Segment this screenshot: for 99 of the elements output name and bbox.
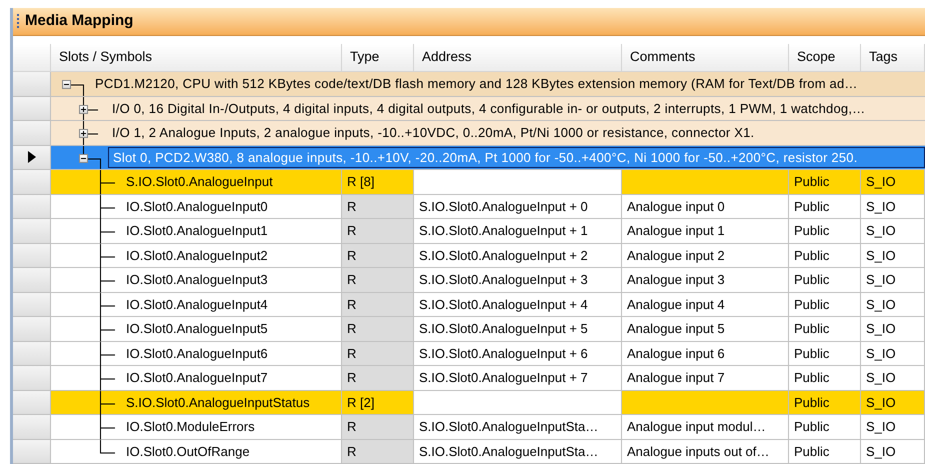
- scope-cell: Public: [789, 366, 861, 390]
- grip-icon[interactable]: [17, 14, 20, 30]
- type-cell: R: [342, 317, 414, 342]
- tags-cell: S_IO: [861, 244, 925, 268]
- minus-icon: [64, 82, 69, 87]
- tree-lines: [100, 244, 116, 268]
- tree-lines: [100, 268, 116, 292]
- symbol-name: IO.Slot0.AnalogueInput1: [126, 222, 268, 240]
- address-cell: S.IO.Slot0.AnalogueInput + 0: [414, 194, 622, 219]
- tree-lines: [100, 219, 116, 244]
- column-header[interactable]: Slots / Symbols: [51, 44, 342, 72]
- type-cell: R: [342, 366, 414, 390]
- tags-cell: S_IO: [861, 415, 925, 440]
- type-cell: R [2]: [342, 390, 414, 415]
- tree-lines: [100, 194, 116, 219]
- scope-cell: Public: [789, 244, 861, 268]
- comment-cell: Analogue input 6: [622, 342, 789, 366]
- scope-cell: Public: [789, 194, 861, 219]
- comment-cell: Analogue inputs out of…: [622, 440, 789, 464]
- address-cell: S.IO.Slot0.AnalogueInput + 2: [414, 244, 622, 268]
- plus-icon: [81, 106, 86, 112]
- address-cell: S.IO.Slot0.AnalogueInput + 4: [414, 292, 622, 317]
- address-cell: S.IO.Slot0.AnalogueInput + 3: [414, 268, 622, 292]
- symbol-name: IO.Slot0.AnalogueInput0: [126, 198, 268, 216]
- plus-icon: [81, 131, 86, 136]
- symbol-name: IO.Slot0.AnalogueInput4: [126, 296, 268, 314]
- column-header[interactable]: Type: [342, 44, 414, 72]
- collapse-button[interactable]: [79, 154, 88, 162]
- tree-lines: [100, 317, 116, 342]
- tags-cell: S_IO: [861, 366, 925, 390]
- scope-cell: Public: [789, 390, 861, 415]
- address-cell: S.IO.Slot0.AnalogueInputSta…: [414, 440, 622, 464]
- row-header[interactable]: [13, 146, 51, 170]
- address-cell: S.IO.Slot0.AnalogueInput + 5: [414, 317, 622, 342]
- scope-cell: Public: [789, 415, 861, 440]
- address-cell: S.IO.Slot0.AnalogueInput + 1: [414, 219, 622, 244]
- symbol-name: IO.Slot0.AnalogueInput5: [126, 320, 268, 338]
- tree-lines: [100, 366, 116, 390]
- expand-button[interactable]: [79, 104, 88, 114]
- symbol-name: IO.Slot0.AnalogueInput7: [126, 369, 268, 387]
- column-header[interactable]: Scope: [789, 44, 861, 72]
- type-cell: R: [342, 292, 414, 317]
- comment-cell: Analogue input 0: [622, 194, 789, 219]
- comment-cell: Analogue input 2: [622, 244, 789, 268]
- scope-cell: Public: [789, 440, 861, 464]
- scope-cell: Public: [789, 219, 861, 244]
- comment-cell: Analogue input 4: [622, 292, 789, 317]
- expand-button[interactable]: [79, 129, 88, 138]
- type-cell: R: [342, 244, 414, 268]
- scope-cell: Public: [789, 342, 861, 366]
- collapse-button[interactable]: [62, 80, 71, 89]
- column-header[interactable]: Comments: [622, 44, 789, 72]
- tags-cell: S_IO: [861, 440, 925, 464]
- symbol-name: IO.Slot0.AnalogueInput2: [126, 246, 268, 265]
- tree-lines: [100, 342, 116, 366]
- window-title: Media Mapping: [25, 11, 134, 32]
- tags-cell: S_IO: [861, 317, 925, 342]
- scope-cell: Public: [789, 170, 861, 194]
- tree-lines: [100, 292, 116, 317]
- symbol-name: IO.Slot0.OutOfRange: [126, 442, 250, 461]
- tree-lines: [83, 121, 99, 145]
- comment-cell: Analogue input modul…: [622, 415, 789, 440]
- symbol-name: IO.Slot0.ModuleErrors: [126, 418, 255, 436]
- address-cell: S.IO.Slot0.AnalogueInputSta…: [414, 415, 622, 440]
- symbol-name: IO.Slot0.AnalogueInput6: [126, 344, 268, 363]
- type-cell: R: [342, 219, 414, 244]
- type-cell: R [8]: [342, 170, 414, 194]
- type-cell: R: [342, 194, 414, 219]
- address-cell: S.IO.Slot0.AnalogueInput + 6: [414, 342, 622, 366]
- type-cell: R: [342, 415, 414, 440]
- comment-cell: Analogue input 3: [622, 268, 789, 292]
- scope-cell: Public: [789, 292, 861, 317]
- column-header[interactable]: Tags: [861, 44, 925, 72]
- header-corner: [13, 44, 51, 72]
- type-cell: R: [342, 440, 414, 464]
- tags-cell: S_IO: [861, 219, 925, 244]
- tags-cell: S_IO: [861, 194, 925, 219]
- symbol-name: S.IO.Slot0.AnalogueInputStatus: [126, 394, 310, 412]
- scope-cell: Public: [789, 268, 861, 292]
- symbol-name: IO.Slot0.AnalogueInput3: [126, 271, 268, 289]
- address-cell: S.IO.Slot0.AnalogueInput + 7: [414, 366, 622, 390]
- scope-cell: Public: [789, 317, 861, 342]
- tree-lines: [83, 146, 102, 170]
- row-pointer-icon: [28, 151, 36, 164]
- comment-cell: Analogue input 5: [622, 317, 789, 342]
- tags-cell: S_IO: [861, 342, 925, 366]
- column-header[interactable]: Address: [414, 44, 622, 72]
- tags-cell: S_IO: [861, 292, 925, 317]
- comment-cell: Analogue input 1: [622, 219, 789, 244]
- tree-lines: [100, 390, 116, 415]
- tree-lines: [100, 170, 116, 194]
- type-cell: R: [342, 268, 414, 292]
- tags-cell: S_IO: [861, 390, 925, 415]
- comment-cell: Analogue input 7: [622, 366, 789, 390]
- tags-cell: S_IO: [861, 268, 925, 292]
- type-cell: R: [342, 342, 414, 366]
- symbol-name: S.IO.Slot0.AnalogueInput: [126, 173, 273, 191]
- tags-cell: S_IO: [861, 170, 925, 194]
- minus-icon: [81, 156, 86, 160]
